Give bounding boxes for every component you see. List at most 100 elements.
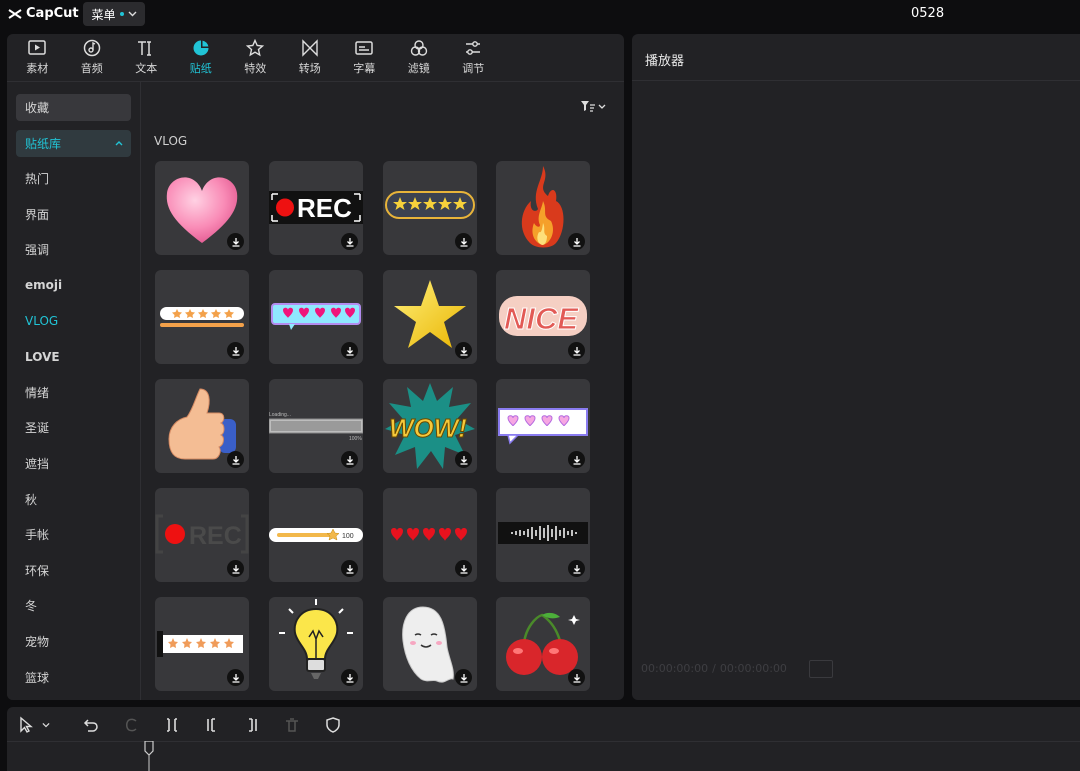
undo-icon [83,719,98,732]
tab-label: 字幕 [353,62,376,75]
sidebar-item-ui[interactable]: 界面 [16,201,131,228]
mask-button[interactable] [322,715,344,735]
download-button[interactable] [341,451,358,468]
sticker-gold-star[interactable] [383,270,477,364]
download-button[interactable] [341,342,358,359]
sticker-five-stars-bar[interactable] [383,161,477,255]
download-button[interactable] [341,669,358,686]
download-button[interactable] [568,233,585,250]
sidebar-item-basketball[interactable]: 篮球 [16,664,131,691]
sticker-rating-card[interactable] [155,597,249,691]
tab-label: 贴纸 [189,62,212,75]
tab-text[interactable]: 文本 [119,34,174,81]
tab-effects[interactable]: 特效 [228,34,283,81]
sticker-rec-badge[interactable]: REC [269,161,363,255]
sticker-pink-hearts-bubble[interactable] [269,270,363,364]
delete-button[interactable] [281,715,303,735]
sticker-cherries[interactable] [496,597,590,691]
download-button[interactable] [455,342,472,359]
sticker-ghost[interactable] [383,597,477,691]
download-button[interactable] [227,669,244,686]
split-button[interactable] [161,715,183,735]
tab-adjust[interactable]: 调节 [446,34,501,81]
download-button[interactable] [455,451,472,468]
sticker-progress-100-bar[interactable]: 100 [269,488,363,582]
sticker-thumbs-up[interactable] [155,379,249,473]
tab-filters[interactable]: 滤镜 [392,34,447,81]
loading-percent: 100% [349,436,362,442]
sidebar-item-eco[interactable]: 环保 [16,557,131,584]
chevron-up-icon [115,140,123,146]
effects-icon [246,39,265,57]
sidebar-item-emoji[interactable]: emoji [16,272,131,299]
download-button[interactable] [227,342,244,359]
sidebar-item-vlog[interactable]: VLOG [16,308,131,335]
sidebar-item-hot[interactable]: 热门 [16,165,131,192]
download-button[interactable] [568,669,585,686]
download-button[interactable] [568,560,585,577]
sticker-flame[interactable] [496,161,590,255]
progress-label: 100 [342,533,354,540]
download-button[interactable] [568,342,585,359]
text-icon [138,41,152,56]
sticker-wow-burst[interactable]: WOW! [383,379,477,473]
menu-label: 菜单 [91,7,116,22]
sidebar-item-love[interactable]: LOVE [16,343,131,370]
menu-notification-dot [119,12,124,16]
sticker-pixel-hearts-bubble[interactable] [496,379,590,473]
sidebar-item-mask[interactable]: 遮挡 [16,450,131,477]
redo-button[interactable] [120,715,142,735]
sticker-light-bulb[interactable] [269,597,363,691]
sidebar-item-christmas[interactable]: 圣诞 [16,414,131,441]
download-icon [573,237,580,247]
select-tool-button[interactable] [15,715,37,735]
sticker-nice-text[interactable]: NICE [496,270,590,364]
tab-media[interactable]: 素材 [10,34,65,81]
download-icon [232,455,239,465]
sidebar-item-mood[interactable]: 情绪 [16,379,131,406]
download-button[interactable] [227,233,244,250]
download-icon [573,673,580,683]
download-button[interactable] [227,560,244,577]
sidebar-item-label: 秋 [25,492,38,507]
filter-button[interactable] [580,100,606,112]
download-button[interactable] [227,451,244,468]
download-button[interactable] [568,451,585,468]
sidebar-item-winter[interactable]: 冬 [16,592,131,619]
sticker-loading-bar[interactable]: Loading... 100% [269,379,363,473]
sticker-star-rating-bar[interactable] [155,270,249,364]
section-title: VLOG [154,134,188,148]
download-button[interactable] [455,233,472,250]
tab-stickers[interactable]: 贴纸 [174,34,229,81]
trim-right-button[interactable] [241,715,263,735]
rec-frame-text: REC [189,522,242,550]
sidebar-item-journal[interactable]: 手帐 [16,521,131,548]
tab-transitions[interactable]: 转场 [283,34,338,81]
sticker-sound-wave[interactable] [496,488,590,582]
tab-label: 特效 [244,62,267,75]
sticker-icon [193,40,209,56]
sidebar-item-emphasis[interactable]: 强调 [16,236,131,263]
tab-captions[interactable]: 字幕 [337,34,392,81]
sticker-red-hearts-row[interactable] [383,488,477,582]
undo-button[interactable] [80,715,102,735]
sidebar-item-favorites[interactable]: 收藏 [16,94,131,121]
aspect-ratio-icon[interactable] [809,660,833,678]
download-button[interactable] [341,560,358,577]
sidebar-item-pets[interactable]: 宠物 [16,628,131,655]
tab-label: 转场 [298,62,321,75]
trim-left-button[interactable] [201,715,223,735]
download-button[interactable] [455,669,472,686]
sticker-rec-frame[interactable]: REC [155,488,249,582]
sidebar-item-library[interactable]: 贴纸库 [16,129,131,157]
download-button[interactable] [455,560,472,577]
download-icon [232,673,239,683]
sidebar-item-autumn[interactable]: 秋 [16,486,131,513]
download-button[interactable] [341,233,358,250]
tab-audio[interactable]: 音频 [65,34,120,81]
menu-button[interactable]: 菜单 [83,2,145,26]
select-tool-dropdown[interactable] [39,715,53,735]
playhead[interactable] [143,741,155,771]
download-icon [232,237,239,247]
sticker-heart[interactable] [155,161,249,255]
